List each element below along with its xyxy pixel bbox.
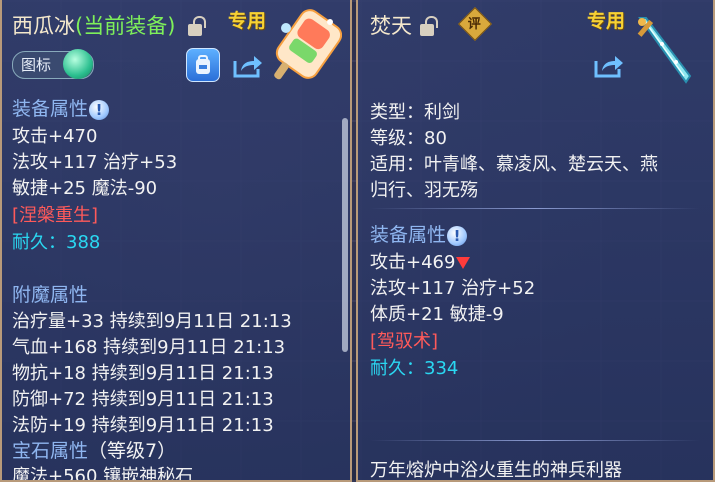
item-description: 万年熔炉中浴火重生的神兵利器 (370, 460, 622, 481)
down-arrow-icon (456, 257, 471, 269)
sword-weapon-icon (637, 17, 692, 84)
fit-line: 适用：叶青峰、慕凌风、楚云天、燕 (370, 154, 658, 175)
info-icon[interactable]: ! (89, 99, 110, 120)
level-line: 等级：80 (370, 128, 447, 149)
attr-line: 法攻+117 治疗+53 (12, 152, 178, 173)
appraise-label: 评 (467, 17, 481, 33)
scrollbar[interactable] (342, 118, 348, 352)
attr-line: 攻击+470 (12, 126, 98, 147)
item-name: 西瓜冰 (12, 14, 75, 38)
lock-icon[interactable] (188, 16, 206, 36)
special-skill: [涅槃重生] (12, 205, 99, 226)
durability-value: 334 (424, 358, 459, 379)
special-skill: [驾驭术] (370, 331, 439, 352)
durability-value: 388 (66, 232, 101, 253)
equipped-tag: (当前装备) (75, 14, 176, 38)
attr-line: 敏捷+25 魔法-90 (12, 178, 158, 199)
toggle-knob (63, 49, 93, 79)
attr-line: 攻击+469 (370, 248, 471, 274)
enchant-line: 物抗+18 持续到9月11日 21:13 (12, 363, 274, 384)
enchant-line: 防御+72 持续到9月11日 21:13 (12, 389, 274, 410)
share-icon[interactable] (593, 53, 625, 79)
enchant-line: 气血+168 持续到9月11日 21:13 (12, 337, 286, 358)
item-title: 西瓜冰(当前装备) (12, 10, 175, 40)
appraise-icon[interactable]: 评 (458, 7, 492, 41)
exclusive-label: 专用 (228, 10, 267, 32)
attr-header-label: 装备属性 (370, 224, 447, 246)
divider (370, 440, 700, 441)
attr-line: 法攻+117 治疗+52 (370, 278, 536, 299)
attr-header: 装备属性! (12, 94, 110, 121)
enchant-line: 法防+19 持续到9月11日 21:13 (12, 415, 274, 436)
gem-level: （等级7） (88, 440, 177, 462)
fit-line: 归行、羽无殇 (370, 180, 478, 201)
equipped-item-tooltip: 西瓜冰(当前装备) 专用 图标 装备属性! 攻击+470 法攻+117 治疗+5… (0, 0, 352, 482)
backpack-button[interactable] (186, 48, 220, 82)
gem-line: 魔法+560 镶嵌神秘石 (12, 466, 194, 482)
share-icon[interactable] (232, 53, 264, 79)
icon-toggle-label: 图标 (21, 56, 52, 74)
enchant-header: 附魔属性 (12, 284, 89, 306)
durability: 耐久：388 (12, 228, 100, 254)
durability-label: 耐久： (12, 232, 66, 253)
attr-line: 体质+21 敏捷-9 (370, 304, 504, 325)
item-name: 焚天 (370, 14, 412, 38)
info-icon[interactable]: ! (447, 225, 468, 246)
enchant-line: 治疗量+33 持续到9月11日 21:13 (12, 311, 292, 332)
popsicle-weapon-icon (274, 9, 342, 80)
durability: 耐久：334 (370, 354, 458, 380)
divider (370, 208, 700, 209)
attr-text: 攻击+469 (370, 252, 456, 273)
attr-header: 装备属性! (370, 220, 468, 247)
exclusive-label: 专用 (587, 10, 626, 32)
backpack-icon (196, 55, 210, 74)
gem-header: 宝石属性（等级7） (12, 436, 176, 463)
lock-icon[interactable] (420, 16, 438, 36)
gem-header-label: 宝石属性 (12, 440, 89, 462)
icon-toggle[interactable]: 图标 (12, 49, 94, 79)
type-line: 类型：利剑 (370, 102, 460, 123)
attr-header-label: 装备属性 (12, 98, 89, 120)
durability-label: 耐久： (370, 358, 424, 379)
compare-item-tooltip: 焚天 评 专用 类型：利剑 等级：80 适用：叶青峰、慕凌风、楚云天、燕 归行、… (356, 0, 715, 482)
